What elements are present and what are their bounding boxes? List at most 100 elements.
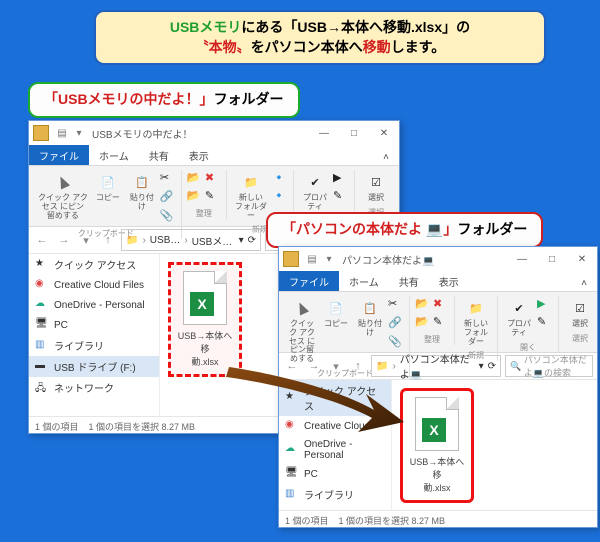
forward-button[interactable]: →	[55, 231, 73, 249]
search-input[interactable]: 🔍 パソコン本体だよ💻の検索	[505, 355, 593, 377]
cut-icon[interactable]: ✂	[160, 171, 176, 187]
move-to-icon[interactable]: 📂	[415, 297, 431, 313]
dropdown-icon[interactable]: ▾	[479, 361, 484, 372]
usb-folder-callout: 「USBメモリの中だよ！」フォルダー	[28, 82, 300, 118]
tab-home[interactable]: ホーム	[339, 271, 389, 291]
tab-view[interactable]: 表示	[429, 271, 469, 291]
properties-button[interactable]: ✔プロパティ	[502, 296, 536, 340]
easy-access-icon[interactable]: 🔹	[272, 189, 288, 205]
file-item-target[interactable]: X USB→本体へ移 動.xlsx	[400, 388, 474, 503]
minimize-button[interactable]: —	[507, 247, 537, 271]
paste-button[interactable]: 📋 貼り付け	[125, 170, 159, 214]
properties-icon: ✔	[305, 172, 325, 192]
paste-icon: 📋	[360, 298, 380, 318]
status-selection: 1 個の項目を選択 8.27 MB	[89, 420, 196, 433]
cut-icon[interactable]: ✂	[388, 297, 404, 313]
new-folder-button[interactable]: 📁新しい フォルダー	[459, 296, 493, 348]
select-icon: ☑	[366, 172, 386, 192]
nav-usb-drive[interactable]: ▬USB ドライブ (F:)	[29, 356, 159, 377]
close-button[interactable]: ✕	[369, 121, 399, 145]
nav-pane[interactable]: ★クイック アクセス ◉Creative Cloud Files ☁OneDri…	[29, 254, 160, 416]
properties-button[interactable]: ✔ プロパティ	[298, 170, 332, 214]
library-icon: ▥	[285, 488, 299, 502]
tab-view[interactable]: 表示	[179, 145, 219, 165]
tab-share[interactable]: 共有	[139, 145, 179, 165]
new-folder-button[interactable]: 📁 新しい フォルダー	[231, 170, 271, 222]
title-bar[interactable]: ▤ ▾ パソコン本体だよ💻 — □ ✕	[279, 247, 597, 271]
title-bar[interactable]: ▤ ▾ USBメモリの中だよ！ — □ ✕	[29, 121, 399, 145]
tab-home[interactable]: ホーム	[89, 145, 139, 165]
ribbon-toggle-icon[interactable]: ˄	[373, 149, 399, 165]
paste-button[interactable]: 📋貼り付け	[353, 296, 387, 340]
paste-shortcut-icon[interactable]: 📎	[160, 209, 176, 225]
cc-icon: ◉	[35, 278, 49, 292]
open-icon[interactable]: ▶	[537, 297, 553, 313]
new-item-icon[interactable]: 🔹	[272, 171, 288, 187]
recent-dropdown[interactable]: ▾	[77, 231, 95, 249]
nav-pc[interactable]: 🖥PC	[279, 464, 391, 484]
maximize-button[interactable]: □	[537, 247, 567, 271]
file-item-dragging[interactable]: X USB→本体へ移 動.xlsx	[168, 262, 242, 377]
status-selection: 1 個の項目を選択 8.27 MB	[339, 514, 446, 527]
minimize-button[interactable]: —	[309, 121, 339, 145]
copy-to-icon[interactable]: 📂	[187, 189, 203, 205]
star-icon: ★	[35, 258, 49, 272]
new-folder-icon: 📁	[466, 298, 486, 318]
library-icon: ▥	[35, 339, 49, 353]
select-button[interactable]: ☑ 選択	[359, 170, 393, 205]
copy-path-icon[interactable]: 🔗	[160, 190, 176, 206]
nav-creative-cloud[interactable]: ◉Creative Cloud Files	[29, 275, 159, 295]
breadcrumb-segment[interactable]: パソコン本体だよ💻	[400, 351, 475, 381]
copy-icon: 📄	[326, 298, 346, 318]
breadcrumb-segment[interactable]: USBメ…	[192, 233, 233, 248]
nav-network[interactable]: 🖧ネットワーク	[29, 377, 159, 398]
qat-props-icon[interactable]: ▤	[55, 126, 69, 140]
up-button[interactable]: ↑	[99, 231, 117, 249]
paste-shortcut-icon[interactable]: 📎	[388, 335, 404, 351]
tab-share[interactable]: 共有	[389, 271, 429, 291]
rename-icon[interactable]: ✎	[205, 189, 221, 205]
pin-quickaccess-button[interactable]: クイック アクセス にピン留めする	[35, 170, 91, 222]
open-icon[interactable]: ▶	[333, 171, 349, 187]
pc-icon: 🖥	[285, 467, 299, 481]
copy-button[interactable]: 📄 コピー	[91, 170, 125, 205]
back-button[interactable]: ←	[33, 231, 51, 249]
maximize-button[interactable]: □	[339, 121, 369, 145]
rename-icon[interactable]: ✎	[433, 315, 449, 331]
onedrive-icon: ☁	[35, 298, 49, 312]
close-button[interactable]: ✕	[567, 247, 597, 271]
copy-path-icon[interactable]: 🔗	[388, 316, 404, 332]
dropdown-icon[interactable]: ▾	[239, 235, 244, 246]
nav-libraries[interactable]: ▥ライブラリ	[279, 484, 391, 505]
nav-libraries[interactable]: ▥ライブラリ	[29, 335, 159, 356]
delete-icon[interactable]: ✖	[205, 171, 221, 187]
chevron-icon[interactable]: ›	[142, 235, 145, 246]
pin-quickaccess-button[interactable]: クイック アクセス にピン留めする	[285, 296, 319, 366]
breadcrumb-segment[interactable]: USB…	[150, 235, 181, 246]
nav-usb-drive[interactable]: ▬USB ドライブ (F:)	[279, 505, 391, 510]
tab-file[interactable]: ファイル	[29, 145, 89, 165]
nav-pc[interactable]: 🖥PC	[29, 315, 159, 335]
delete-icon[interactable]: ✖	[433, 297, 449, 313]
move-to-icon[interactable]: 📂	[187, 171, 203, 187]
ribbon-toggle-icon[interactable]: ˄	[571, 275, 597, 291]
refresh-icon[interactable]: ⟳	[488, 361, 496, 372]
qat-dropdown-icon[interactable]: ▾	[72, 126, 86, 140]
edit-icon[interactable]: ✎	[333, 189, 349, 205]
paste-icon: 📋	[132, 172, 152, 192]
copy-to-icon[interactable]: 📂	[415, 315, 431, 331]
copy-button[interactable]: 📄コピー	[319, 296, 353, 331]
search-placeholder: パソコン本体だよ💻の検索	[524, 353, 588, 379]
tab-file[interactable]: ファイル	[279, 271, 339, 291]
nav-onedrive[interactable]: ☁OneDrive - Personal	[29, 295, 159, 315]
chevron-icon[interactable]: ›	[184, 235, 187, 246]
nav-quick-access[interactable]: ★クイック アクセス	[29, 254, 159, 275]
qat-dropdown-icon[interactable]: ▾	[322, 252, 336, 266]
folder-icon	[283, 251, 299, 267]
address-bar[interactable]: 📁 › USB… › USBメ… ▾ ⟳	[121, 229, 261, 251]
qat-props-icon[interactable]: ▤	[305, 252, 319, 266]
select-button[interactable]: ☑選択	[563, 296, 597, 331]
edit-icon[interactable]: ✎	[537, 315, 553, 331]
content-pane[interactable]: X USB→本体へ移 動.xlsx	[392, 380, 597, 510]
refresh-icon[interactable]: ⟳	[248, 235, 256, 246]
